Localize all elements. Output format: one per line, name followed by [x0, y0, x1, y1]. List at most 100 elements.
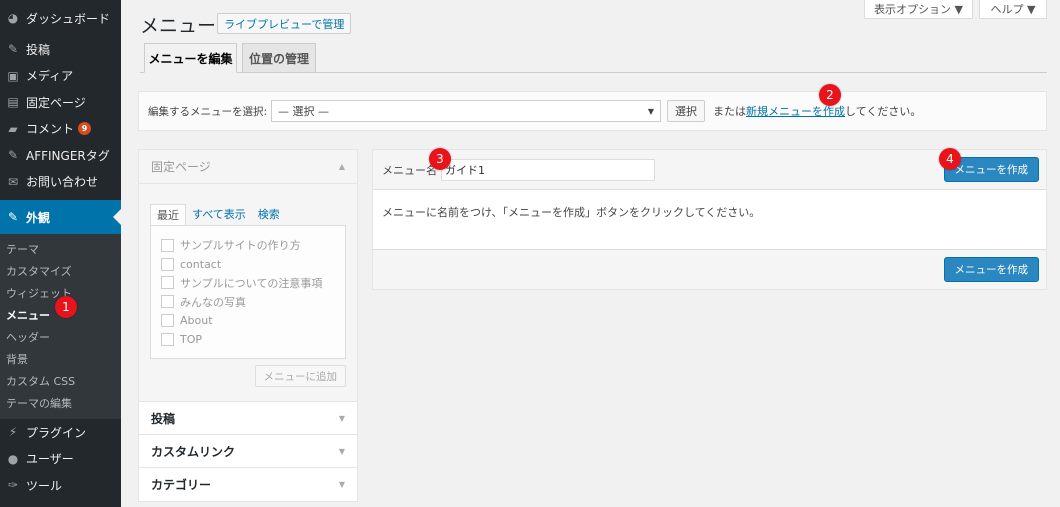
mail-icon: ✉: [7, 174, 19, 189]
page-label: サンプルサイトの作り方: [180, 239, 301, 253]
chevron-down-icon: ▼: [338, 480, 345, 489]
pin-icon: ✎: [7, 42, 19, 57]
checkbox[interactable]: [161, 295, 174, 309]
sidebar-item-affinger-tag[interactable]: ✎ AFFINGERタグ: [0, 142, 121, 169]
media-icon: ▣: [7, 68, 19, 83]
select-or-text: または新規メニューを作成してください。: [713, 103, 921, 119]
create-menu-button-footer[interactable]: メニューを作成: [943, 257, 1039, 282]
appearance-icon: ✎: [7, 210, 19, 224]
submenu-item-themes[interactable]: テーマ: [0, 239, 121, 261]
accordion-custom-links-header[interactable]: カスタムリンク ▼: [139, 435, 357, 468]
live-preview-button[interactable]: ライブプレビューで管理: [217, 13, 352, 34]
new-menu-link[interactable]: 新規メニューを作成: [746, 105, 845, 118]
list-item[interactable]: TOP: [161, 330, 345, 349]
sidebar-item-media[interactable]: ▣ メディア: [0, 63, 121, 90]
user-icon: ●: [7, 451, 19, 466]
instruction-text: メニューに名前をつけ、「メニューを作成」ボタンをクリックしてください。: [382, 206, 761, 219]
menu-items-accordion: 固定ページ ▲ 最近 すべて表示 検索 サンプルサイトの作り方 contact …: [138, 149, 358, 502]
accordion-categories-header[interactable]: カテゴリー ▼: [139, 468, 357, 501]
page-label: About: [180, 314, 213, 328]
select-button[interactable]: 選択: [667, 100, 706, 122]
sidebar-item-label: メディア: [26, 69, 74, 84]
page-label: サンプルについての注意事項: [180, 276, 323, 290]
page-label: contact: [180, 257, 222, 271]
submenu-item-customize[interactable]: カスタマイズ: [0, 261, 121, 283]
menu-edit-body: メニューに名前をつけ、「メニューを作成」ボタンをクリックしてください。: [373, 190, 1046, 249]
sidebar-item-label: 固定ページ: [26, 95, 86, 110]
menu-select-dropdown[interactable]: — 選択 — ▼: [271, 100, 662, 122]
sidebar-item-tools[interactable]: ✑ ツール: [0, 472, 121, 499]
submenu-item-header[interactable]: ヘッダー: [0, 327, 121, 349]
accordion-pages-header[interactable]: 固定ページ ▲: [139, 150, 357, 184]
menu-edit-panel: メニュー名 ガイド1 メニューを作成 メニューに名前をつけ、「メニューを作成」ボ…: [372, 149, 1047, 290]
sidebar-item-label: ツール: [26, 478, 63, 493]
tab-recent[interactable]: 最近: [150, 204, 186, 225]
tab-search[interactable]: 検索: [252, 204, 286, 225]
or-text: または: [713, 105, 747, 118]
checkbox[interactable]: [161, 314, 174, 328]
accordion-posts-header[interactable]: 投稿 ▼: [139, 402, 357, 435]
page-title: メニュー: [140, 15, 217, 37]
step-marker-4: 4: [939, 148, 961, 170]
chevron-down-icon: ▼: [338, 446, 345, 456]
sidebar-item-users[interactable]: ● ユーザー: [0, 446, 121, 473]
sidebar-item-label: プラグイン: [26, 425, 87, 440]
pages-inner-tabs: 最近 すべて表示 検索: [150, 204, 346, 225]
sidebar-item-label: 外観: [26, 210, 51, 225]
sidebar-item-plugins[interactable]: ⚡ プラグイン: [0, 419, 121, 446]
accordion-title: 固定ページ: [151, 160, 211, 174]
sidebar-item-dashboard[interactable]: ◕ ダッシュボード: [0, 0, 121, 36]
list-item[interactable]: サンプルサイトの作り方: [161, 236, 345, 255]
sidebar-item-pages[interactable]: ▤ 固定ページ: [0, 89, 121, 116]
sidebar-item-label: ユーザー: [26, 452, 74, 467]
comment-count-badge: 9: [78, 122, 92, 136]
checkbox[interactable]: [161, 332, 174, 346]
help-button[interactable]: ヘルプ ▼: [979, 0, 1047, 19]
tab-edit-menus[interactable]: メニューを編集: [144, 43, 237, 73]
accordion-pages-body: 最近 すべて表示 検索 サンプルサイトの作り方 contact サンプルについて…: [139, 184, 357, 402]
list-item[interactable]: みんなの写真: [161, 292, 345, 311]
admin-sidebar: ◕ ダッシュボード ✎ 投稿 ▣ メディア ▤ 固定ページ ▰ コメント 9 ✎…: [0, 0, 121, 507]
step-marker-2: 2: [819, 84, 841, 106]
sidebar-item-posts[interactable]: ✎ 投稿: [0, 36, 121, 63]
menu-edit-footer: メニューを作成: [373, 249, 1046, 289]
plugin-icon: ⚡: [8, 425, 18, 440]
add-to-menu-button[interactable]: メニューに追加: [254, 365, 346, 387]
sidebar-item-contact[interactable]: ✉ お問い合わせ: [0, 169, 121, 196]
submenu-item-background[interactable]: 背景: [0, 349, 121, 371]
sidebar-item-label: コメント: [26, 122, 75, 137]
sidebar-item-comments[interactable]: ▰ コメント 9: [0, 116, 121, 143]
sidebar-item-appearance[interactable]: ✎ 外観: [0, 200, 121, 234]
accordion-title: 投稿: [151, 411, 176, 426]
page-label: TOP: [180, 332, 203, 346]
appearance-submenu: テーマ カスタマイズ ウィジェット メニュー ヘッダー 背景 カスタム CSS …: [0, 234, 121, 419]
tab-view-all[interactable]: すべて表示: [186, 204, 252, 225]
menu-name-label: メニュー名: [382, 163, 437, 177]
sidebar-item-label: お問い合わせ: [26, 175, 99, 190]
checkbox[interactable]: [161, 257, 174, 271]
submenu-item-theme-editor[interactable]: テーマの編集: [0, 393, 121, 415]
menu-name-input[interactable]: ガイド1: [441, 158, 655, 181]
pin-icon: ✎: [7, 148, 19, 163]
wrench-icon: ✑: [7, 478, 19, 493]
checkbox[interactable]: [161, 238, 174, 252]
comment-icon: ▰: [8, 121, 18, 136]
step-marker-3: 3: [429, 148, 451, 170]
sidebar-item-label: 投稿: [26, 42, 51, 57]
checkbox[interactable]: [161, 276, 174, 290]
list-item[interactable]: サンプルについての注意事項: [161, 274, 345, 293]
tab-manage-locations[interactable]: 位置の管理: [242, 43, 316, 73]
step-marker-1: 1: [55, 296, 77, 318]
page-icon: ▤: [7, 95, 19, 110]
accordion-title: カテゴリー: [151, 478, 212, 492]
submenu-item-custom-css[interactable]: カスタム CSS: [0, 371, 121, 393]
screen-options-button[interactable]: 表示オプション ▼: [864, 0, 973, 19]
page-label: みんなの写真: [180, 295, 246, 309]
list-item[interactable]: About: [161, 311, 345, 330]
sidebar-item-label: AFFINGERタグ: [26, 148, 110, 163]
sidebar-item-label: ダッシュボード: [26, 11, 111, 26]
list-item[interactable]: contact: [161, 255, 345, 274]
dashboard-icon: ◕: [7, 11, 19, 25]
menu-select-bar: 編集するメニューを選択: — 選択 — ▼ 選択 または新規メニューを作成してく…: [138, 91, 1047, 131]
chevron-down-icon: ▼: [647, 106, 655, 116]
